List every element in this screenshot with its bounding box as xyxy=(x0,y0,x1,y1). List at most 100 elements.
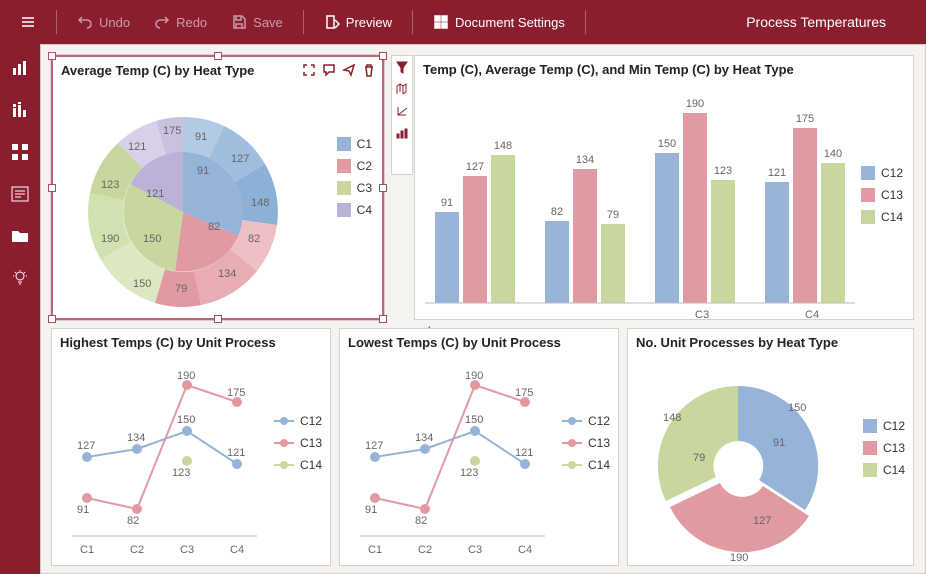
svg-text:134: 134 xyxy=(576,154,594,166)
share-icon[interactable] xyxy=(342,63,356,77)
svg-text:C4: C4 xyxy=(230,544,244,556)
top-toolbar: Undo Redo Save Preview Document Settings… xyxy=(0,0,926,44)
undo-button[interactable]: Undo xyxy=(67,8,140,36)
donut-legend: C1 C2 C3 C4 xyxy=(337,137,372,217)
hamburger-menu[interactable] xyxy=(10,8,46,36)
preview-icon xyxy=(324,14,340,30)
svg-text:82: 82 xyxy=(551,206,563,218)
svg-text:C2: C2 xyxy=(130,544,144,556)
svg-text:121: 121 xyxy=(515,447,533,459)
save-label: Save xyxy=(253,15,283,30)
svg-text:C3: C3 xyxy=(180,544,194,556)
save-icon xyxy=(231,14,247,30)
svg-text:175: 175 xyxy=(796,113,814,125)
svg-text:127: 127 xyxy=(753,515,771,527)
panel-action-icons xyxy=(302,63,376,77)
svg-text:148: 148 xyxy=(663,412,681,424)
svg-text:175: 175 xyxy=(163,125,181,137)
axis-icon[interactable] xyxy=(395,104,409,118)
panel-title: Lowest Temps (C) by Unit Process xyxy=(340,329,618,356)
svg-text:190: 190 xyxy=(465,370,483,382)
panel-title: Temp (C), Average Temp (C), and Min Temp… xyxy=(415,56,913,83)
panel-lowest-temps[interactable]: Lowest Temps (C) by Unit Process 127 134… xyxy=(339,328,619,566)
svg-text:C4: C4 xyxy=(518,544,532,556)
bar-legend: C12 C13 C14 xyxy=(861,166,903,224)
svg-text:134: 134 xyxy=(127,432,145,444)
panel-highest-temps[interactable]: Highest Temps (C) by Unit Process 127 13… xyxy=(51,328,331,566)
svg-text:190: 190 xyxy=(730,552,748,564)
svg-text:150: 150 xyxy=(177,414,195,426)
expand-icon[interactable] xyxy=(302,63,316,77)
panel-title: Highest Temps (C) by Unit Process xyxy=(52,329,330,356)
donut-chart: 91 82 150 121 91 127 148 82 134 79 150 1… xyxy=(53,84,383,319)
save-button[interactable]: Save xyxy=(221,8,293,36)
panel-unit-processes-pie[interactable]: No. Unit Processes by Heat Type 150 91 1… xyxy=(627,328,914,566)
line2-legend: C12 C13 C14 xyxy=(562,414,610,472)
redo-icon xyxy=(154,14,170,30)
sidebar-lightbulb-icon[interactable] xyxy=(8,266,32,290)
svg-text:190: 190 xyxy=(177,370,195,382)
bar-chart: 91 127 148 82 134 79 150 190 123 121 175 xyxy=(415,83,855,318)
svg-text:121: 121 xyxy=(128,141,146,153)
doc-settings-button[interactable]: Document Settings xyxy=(423,8,575,36)
preview-label: Preview xyxy=(346,15,392,30)
dimension-icon[interactable] xyxy=(395,82,409,96)
grid-icon xyxy=(433,14,449,30)
svg-text:127: 127 xyxy=(466,161,484,173)
svg-text:150: 150 xyxy=(788,402,806,414)
svg-text:123: 123 xyxy=(460,467,478,479)
svg-text:C1: C1 xyxy=(368,544,382,556)
svg-text:190: 190 xyxy=(686,98,704,110)
filter-icon[interactable] xyxy=(395,60,409,74)
panel-grouped-bars[interactable]: Temp (C), Average Temp (C), and Min Temp… xyxy=(414,55,914,320)
svg-text:150: 150 xyxy=(465,414,483,426)
sidebar-folder-icon[interactable] xyxy=(8,224,32,248)
sidebar-tiles-icon[interactable] xyxy=(8,140,32,164)
doc-settings-label: Document Settings xyxy=(455,15,565,30)
svg-text:134: 134 xyxy=(218,268,236,280)
comment-icon[interactable] xyxy=(322,63,336,77)
svg-text:140: 140 xyxy=(824,148,842,160)
svg-text:150: 150 xyxy=(658,138,676,150)
sidebar-stacked-chart-icon[interactable] xyxy=(8,98,32,122)
undo-icon xyxy=(77,14,93,30)
svg-text:123: 123 xyxy=(714,165,732,177)
svg-text:82: 82 xyxy=(208,221,220,233)
sidebar-chart-icon[interactable] xyxy=(8,56,32,80)
svg-text:79: 79 xyxy=(175,283,187,295)
panel-title: No. Unit Processes by Heat Type xyxy=(628,329,913,356)
panel-average-temp-donut[interactable]: Average Temp (C) by Heat Type xyxy=(51,55,384,320)
svg-text:82: 82 xyxy=(415,515,427,527)
redo-button[interactable]: Redo xyxy=(144,8,217,36)
svg-text:121: 121 xyxy=(146,188,164,200)
svg-text:148: 148 xyxy=(494,140,512,152)
redo-label: Redo xyxy=(176,15,207,30)
svg-text:79: 79 xyxy=(607,209,619,221)
left-sidebar xyxy=(0,44,40,574)
svg-text:150: 150 xyxy=(133,278,151,290)
preview-button[interactable]: Preview xyxy=(314,8,402,36)
svg-text:C1: C1 xyxy=(80,544,94,556)
sidebar-text-icon[interactable] xyxy=(8,182,32,206)
dashboard-canvas[interactable]: Average Temp (C) by Heat Type xyxy=(40,44,926,574)
hamburger-icon xyxy=(20,14,36,30)
svg-text:175: 175 xyxy=(515,387,533,399)
svg-text:C4: C4 xyxy=(805,309,819,318)
svg-text:123: 123 xyxy=(101,179,119,191)
svg-text:91: 91 xyxy=(365,504,377,516)
svg-text:82: 82 xyxy=(127,515,139,527)
line1-legend: C12 C13 C14 xyxy=(274,414,322,472)
svg-text:C2: C2 xyxy=(418,544,432,556)
svg-text:79: 79 xyxy=(693,452,705,464)
svg-text:127: 127 xyxy=(77,440,95,452)
delete-icon[interactable] xyxy=(362,63,376,77)
svg-text:91: 91 xyxy=(77,504,89,516)
panel-side-tools xyxy=(391,55,413,175)
svg-text:121: 121 xyxy=(768,167,786,179)
svg-text:175: 175 xyxy=(227,387,245,399)
svg-text:91: 91 xyxy=(773,437,785,449)
svg-text:123: 123 xyxy=(172,467,190,479)
svg-text:C3: C3 xyxy=(695,309,709,318)
series-icon[interactable] xyxy=(395,126,409,140)
svg-text:82: 82 xyxy=(248,233,260,245)
